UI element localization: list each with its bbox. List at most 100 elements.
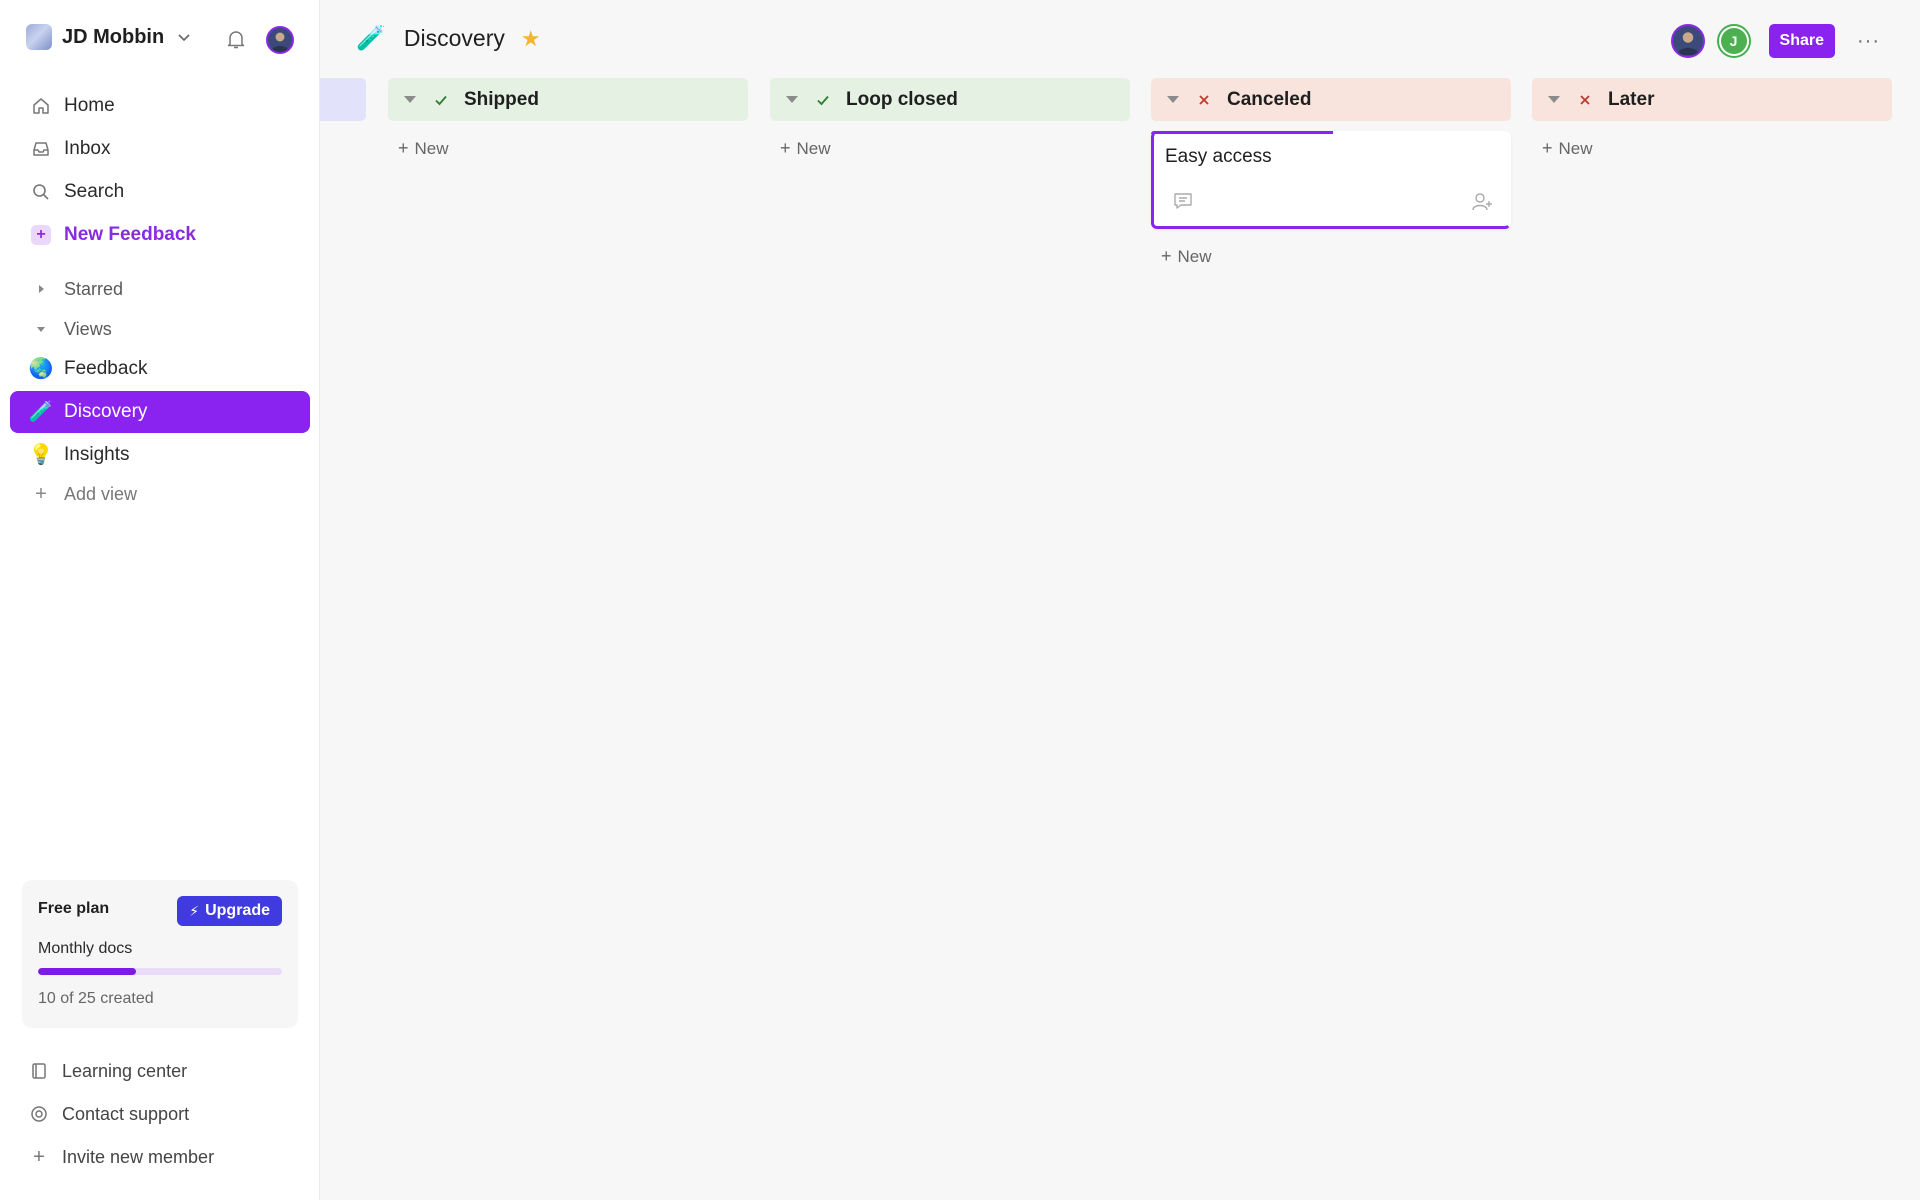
column-header[interactable]: Shipped: [388, 78, 748, 121]
home-icon: [30, 95, 52, 117]
add-view-label: Add view: [64, 483, 138, 504]
column-header[interactable]: Loop closed: [770, 78, 1130, 121]
plan-metric-label: Monthly docs: [38, 940, 133, 957]
header-actions: J Share ···: [1670, 24, 1880, 58]
sidebar-item-insights[interactable]: 💡 Insights: [10, 434, 310, 476]
sidebar-item-feedback[interactable]: 🌏 Feedback: [10, 348, 310, 390]
docs-progress-fill: [38, 968, 136, 975]
plus-icon: +: [1161, 246, 1172, 266]
views-section-toggle[interactable]: Views: [10, 308, 310, 350]
new-card-label: New: [1177, 246, 1212, 266]
nav-home-label: Home: [64, 95, 115, 116]
learning-center-label: Learning center: [62, 1060, 188, 1081]
contact-support-label: Contact support: [62, 1103, 190, 1124]
bell-icon[interactable]: [224, 27, 248, 51]
plus-icon: +: [780, 138, 791, 158]
partial-column-header: [320, 78, 366, 121]
caret-down-icon[interactable]: [1167, 96, 1179, 103]
caret-down-icon[interactable]: [1548, 96, 1560, 103]
add-view-button[interactable]: + Add view: [10, 473, 310, 515]
add-assignee-icon[interactable]: [1470, 190, 1494, 214]
new-feedback-label: New Feedback: [64, 224, 196, 245]
nav-home[interactable]: Home: [10, 85, 310, 127]
share-button[interactable]: Share: [1768, 24, 1836, 58]
column-title: Later: [1608, 88, 1655, 110]
board-column-loop-closed: Loop closed + New: [770, 78, 1130, 159]
user-avatar[interactable]: [266, 26, 294, 54]
collaborator-avatar[interactable]: [1670, 24, 1705, 58]
column-title: Shipped: [464, 88, 539, 110]
sidebar-item-feedback-label: Feedback: [64, 358, 148, 379]
avatar-portrait-icon: [271, 32, 289, 52]
lightbulb-icon: 💡: [28, 444, 54, 466]
close-icon: [1195, 93, 1213, 107]
chevron-down-icon: [178, 34, 190, 42]
plan-title: Free plan: [38, 900, 110, 917]
star-icon[interactable]: ★: [521, 26, 541, 52]
avatar-initial: J: [1720, 28, 1747, 54]
plan-card: Free plan ⚡ Upgrade Monthly docs 10 of 2…: [22, 880, 298, 1028]
caret-down-icon: [30, 318, 52, 340]
collaborator-avatar-j[interactable]: J: [1716, 24, 1751, 58]
insights-emoji: 💡: [28, 444, 54, 466]
comment-icon[interactable]: [1172, 190, 1194, 212]
sidebar-item-discovery[interactable]: 🧪 Discovery: [10, 391, 310, 433]
sidebar-item-insights-label: Insights: [64, 444, 130, 465]
starred-label: Starred: [64, 278, 124, 299]
caret-down-icon[interactable]: [786, 96, 798, 103]
starred-section-toggle[interactable]: Starred: [10, 268, 310, 310]
plus-icon: +: [398, 138, 409, 158]
invite-member-link[interactable]: + Invite new member: [28, 1142, 214, 1172]
workspace-name: JD Mobbin: [62, 25, 165, 48]
avatar-portrait-icon: [1677, 32, 1699, 55]
globe-icon: 🌏: [29, 358, 54, 380]
board-column-later: Later + New: [1532, 78, 1892, 159]
docs-progress-bar: [38, 968, 282, 975]
contact-support-link[interactable]: Contact support: [28, 1099, 189, 1129]
plus-icon: +: [1542, 138, 1553, 158]
upgrade-button[interactable]: ⚡ Upgrade: [177, 896, 282, 926]
new-card-button[interactable]: + New: [1161, 246, 1511, 267]
nav-search-label: Search: [64, 181, 125, 202]
page-header: 🧪 Discovery ★: [356, 24, 541, 53]
nav-inbox-label: Inbox: [64, 138, 111, 159]
more-options-icon[interactable]: ···: [1857, 30, 1880, 53]
board-column-canceled: Canceled Easy access + New: [1151, 78, 1511, 267]
check-icon: [814, 92, 832, 108]
column-title: Canceled: [1227, 88, 1312, 110]
column-header[interactable]: Later: [1532, 78, 1892, 121]
discovery-emoji: 🧪: [28, 401, 54, 423]
new-card-label: New: [414, 138, 449, 158]
new-card-button[interactable]: + New: [780, 138, 1130, 159]
inbox-icon: [30, 138, 52, 160]
search-icon: [30, 181, 52, 203]
caret-right-icon: [30, 278, 52, 300]
sidebar: JD Mobbin Home Inbox Search + New Feedba…: [0, 0, 320, 1200]
new-feedback-button[interactable]: + New Feedback: [10, 214, 310, 256]
nav-inbox[interactable]: Inbox: [10, 128, 310, 170]
test-tube-icon: 🧪: [356, 25, 386, 52]
plan-created-text: 10 of 25 created: [38, 990, 154, 1007]
check-icon: [432, 92, 450, 108]
new-card-label: New: [796, 138, 831, 158]
invite-member-label: Invite new member: [62, 1146, 215, 1167]
column-header[interactable]: Canceled: [1151, 78, 1511, 121]
caret-down-icon[interactable]: [404, 96, 416, 103]
new-card-label: New: [1558, 138, 1593, 158]
upgrade-label: Upgrade: [205, 902, 270, 919]
board-column-shipped: Shipped + New: [388, 78, 748, 159]
learning-center-link[interactable]: Learning center: [28, 1056, 187, 1086]
plus-icon: +: [35, 482, 47, 505]
page-title[interactable]: Discovery: [404, 25, 505, 52]
workspace-switcher[interactable]: JD Mobbin: [26, 24, 192, 50]
workspace-logo-icon: [26, 24, 52, 50]
close-icon: [1576, 93, 1594, 107]
sidebar-item-discovery-label: Discovery: [64, 401, 148, 422]
nav-search[interactable]: Search: [10, 171, 310, 213]
lifebuoy-icon: [28, 1105, 50, 1123]
feedback-card[interactable]: Easy access: [1151, 131, 1511, 229]
card-title: Easy access: [1165, 146, 1272, 167]
new-card-button[interactable]: + New: [398, 138, 748, 159]
book-icon: [28, 1062, 50, 1080]
new-card-button[interactable]: + New: [1542, 138, 1892, 159]
